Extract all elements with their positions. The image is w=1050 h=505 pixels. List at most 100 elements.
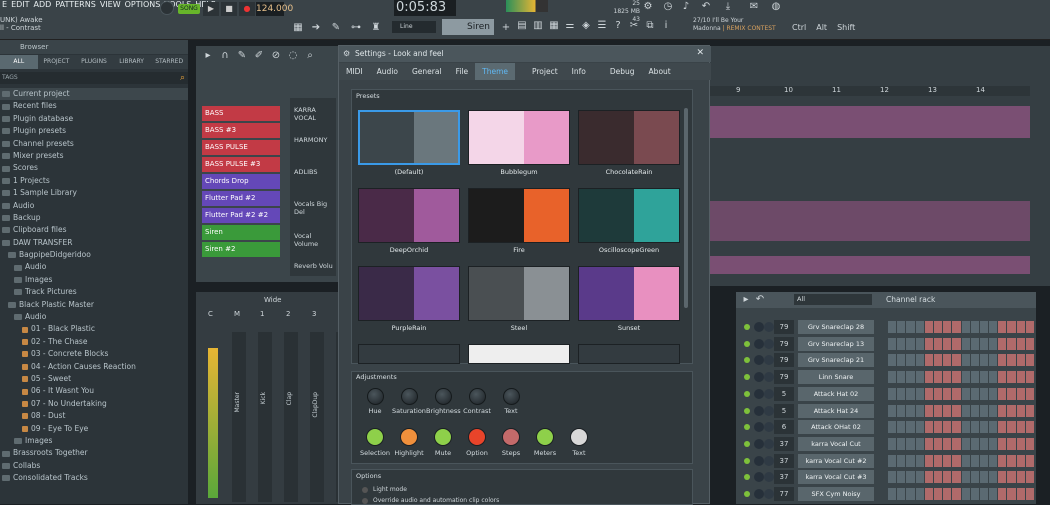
step-button[interactable] xyxy=(998,488,1007,500)
browser-item[interactable]: Current project xyxy=(0,88,188,101)
volume-knob[interactable] xyxy=(764,372,774,383)
browser-item[interactable]: Channel presets xyxy=(0,138,188,150)
theme-preset[interactable]: Steel xyxy=(468,266,570,336)
step-button[interactable] xyxy=(1025,371,1034,384)
browser-item[interactable]: 04 - Action Causes Reaction xyxy=(0,361,188,373)
settings-tab-theme[interactable]: Theme xyxy=(475,63,515,80)
step-button[interactable] xyxy=(1016,471,1025,484)
step-button[interactable] xyxy=(933,321,943,333)
step-button[interactable] xyxy=(906,387,915,400)
browser-item[interactable]: 01 - Black Plastic xyxy=(0,323,188,335)
menu-item-0[interactable]: E xyxy=(2,0,7,13)
channel-mute-led[interactable] xyxy=(744,407,750,414)
volume-knob[interactable] xyxy=(764,355,774,366)
shift-key[interactable]: Shift xyxy=(837,23,855,32)
theme-preset-partial[interactable] xyxy=(468,344,570,364)
step-button[interactable] xyxy=(915,354,924,367)
step-sequencer[interactable] xyxy=(888,354,1034,367)
step-button[interactable] xyxy=(989,421,998,434)
pan-knob[interactable] xyxy=(754,355,764,366)
step-button[interactable] xyxy=(897,454,906,467)
browser-item[interactable]: Black Plastic Master xyxy=(0,299,188,311)
clip-track[interactable] xyxy=(710,256,1030,274)
browser-item[interactable]: Scores xyxy=(0,162,188,174)
step-button[interactable] xyxy=(1007,437,1016,450)
pan-knob[interactable] xyxy=(754,372,764,383)
step-button[interactable] xyxy=(979,387,989,400)
mixer-wide[interactable]: Wide xyxy=(264,296,281,304)
step-button[interactable] xyxy=(906,371,915,384)
step-button[interactable] xyxy=(888,437,897,450)
microphone-icon[interactable]: ♪ xyxy=(680,1,692,13)
channel-mute-led[interactable] xyxy=(744,474,750,481)
record-button[interactable]: ● xyxy=(239,2,255,16)
search-icon[interactable]: ⌕ xyxy=(180,72,185,84)
step-sequencer[interactable] xyxy=(888,488,1034,500)
step-button[interactable] xyxy=(961,437,970,450)
step-button[interactable] xyxy=(970,454,979,467)
clock-icon[interactable]: ◷ xyxy=(662,1,674,13)
step-button[interactable] xyxy=(915,371,924,384)
pan-knob[interactable] xyxy=(754,405,764,416)
step-button[interactable] xyxy=(1016,371,1025,384)
step-button[interactable] xyxy=(961,454,970,467)
channel-button[interactable]: BASS PULSE #3 xyxy=(202,157,280,172)
mixer-strip[interactable]: Clap xyxy=(284,332,298,502)
theme-preset[interactable]: Sunset xyxy=(578,266,680,336)
step-button[interactable] xyxy=(943,371,952,384)
channel-button[interactable]: Flutter Pad #2 xyxy=(202,191,280,206)
step-button[interactable] xyxy=(906,337,915,350)
theme-preset[interactable]: Bubblegum xyxy=(468,110,570,180)
channel-name-button[interactable]: Grv Snareclap 28 xyxy=(798,320,874,334)
step-sequencer[interactable] xyxy=(888,454,1034,467)
browser-item[interactable]: BagpipeDidgeridoo xyxy=(0,249,188,261)
channel-rack-row[interactable]: 79 Grv Snareclap 13 xyxy=(740,336,1034,351)
step-button[interactable] xyxy=(970,337,979,350)
step-button[interactable] xyxy=(906,321,915,333)
option-toggle[interactable] xyxy=(362,486,368,493)
help-icon[interactable]: ? xyxy=(612,20,624,32)
channel-button[interactable]: Chords Drop xyxy=(202,174,280,189)
step-button[interactable] xyxy=(998,337,1007,350)
step-button[interactable] xyxy=(989,337,998,350)
channel-filter[interactable]: All xyxy=(794,294,872,305)
step-button[interactable] xyxy=(897,371,906,384)
step-button[interactable] xyxy=(888,371,897,384)
channel-rack-row[interactable]: 37 karra Vocal Cut #2 xyxy=(740,453,1034,468)
step-button[interactable] xyxy=(924,371,933,384)
browser-item[interactable]: Clipboard files xyxy=(0,224,188,236)
step-button[interactable] xyxy=(1016,421,1025,434)
mixer-track-number[interactable]: 37 xyxy=(774,436,794,451)
step-button[interactable] xyxy=(952,488,961,500)
step-button[interactable] xyxy=(1016,404,1025,417)
step-button[interactable] xyxy=(915,337,924,350)
step-button[interactable] xyxy=(1025,387,1034,400)
step-button[interactable] xyxy=(897,404,906,417)
plus-icon[interactable]: + xyxy=(500,22,512,34)
step-button[interactable] xyxy=(933,471,943,484)
pan-knob[interactable] xyxy=(754,455,764,466)
step-button[interactable] xyxy=(952,337,961,350)
step-button[interactable] xyxy=(989,471,998,484)
step-button[interactable] xyxy=(888,337,897,350)
channel-rack-row[interactable]: 79 Linn Snare xyxy=(740,370,1034,385)
step-button[interactable] xyxy=(924,354,933,367)
channel-mute-led[interactable] xyxy=(744,491,750,497)
menu-item-5[interactable]: OPTIONS xyxy=(125,0,161,13)
vocal-track-label[interactable]: Vocals Big Del xyxy=(294,200,336,216)
playlist-icon[interactable]: ▤ xyxy=(516,20,528,32)
step-button[interactable] xyxy=(989,371,998,384)
step-sequencer[interactable] xyxy=(888,471,1034,484)
browser-item[interactable]: 02 - The Chase xyxy=(0,336,188,348)
step-button[interactable] xyxy=(906,437,915,450)
menu-item-4[interactable]: VIEW xyxy=(100,0,121,13)
channel-name-button[interactable]: Grv Snareclap 13 xyxy=(798,336,874,351)
step-button[interactable] xyxy=(906,421,915,434)
vocal-track-label[interactable]: HARMONY xyxy=(294,136,327,144)
option-item[interactable]: Override audio and automation clip color… xyxy=(362,497,499,504)
swatch-text[interactable]: Text xyxy=(562,428,596,457)
step-button[interactable] xyxy=(888,421,897,434)
step-button[interactable] xyxy=(952,387,961,400)
download-icon[interactable]: ⤓ xyxy=(722,1,734,13)
browser-tab-starred[interactable]: STARRED xyxy=(150,55,188,69)
